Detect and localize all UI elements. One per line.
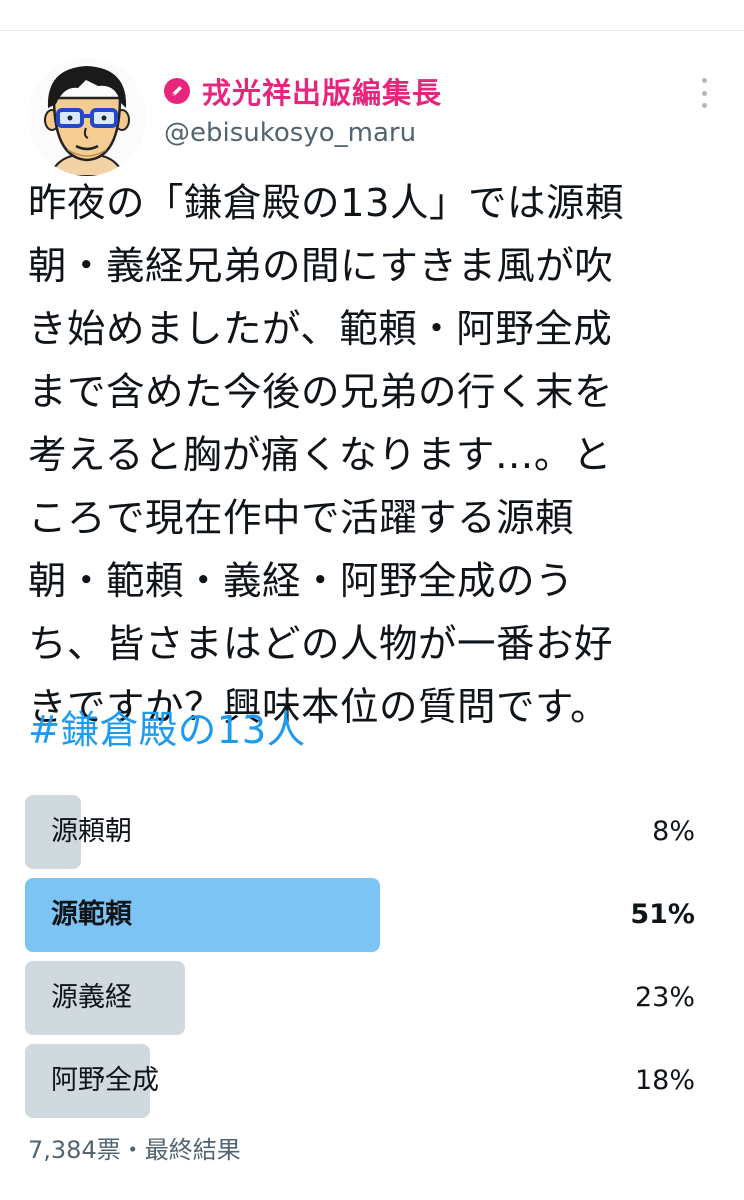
avatar[interactable]: [28, 58, 146, 176]
pencil-badge-icon: [164, 78, 190, 104]
poll: 源頼朝 8% 源範頼 51% 源義経 23% 阿野全成 18%: [25, 795, 695, 1127]
poll-option-label: 源範頼: [51, 899, 132, 930]
hashtag-link[interactable]: #鎌倉殿の13人: [28, 699, 306, 762]
poll-option-percent: 18%: [634, 1065, 695, 1096]
poll-option: 源頼朝 8%: [25, 795, 695, 869]
poll-option-label: 阿野全成: [51, 1065, 159, 1096]
poll-option: 源義経 23%: [25, 961, 695, 1035]
user-handle[interactable]: @ebisukosyo_maru: [164, 118, 416, 148]
poll-option-label: 源義経: [51, 982, 132, 1013]
poll-option: 阿野全成 18%: [25, 1044, 695, 1118]
poll-option-percent: 51%: [630, 899, 695, 930]
poll-footer: 7,384票・最終結果: [28, 1136, 241, 1164]
poll-option-percent: 23%: [634, 982, 695, 1013]
more-options-icon[interactable]: [694, 78, 714, 108]
author-name-row[interactable]: 戎光祥出版編集長: [164, 70, 442, 112]
poll-option-percent: 8%: [652, 816, 695, 847]
poll-option: 源範頼 51%: [25, 878, 695, 952]
top-divider: [0, 30, 744, 31]
display-name[interactable]: 戎光祥出版編集長: [202, 70, 442, 112]
poll-option-label: 源頼朝: [51, 816, 132, 847]
tweet-text: 昨夜の「鎌倉殿の13人」では源頼 朝・義経兄弟の間にすきま風が吹 き始めましたが…: [28, 181, 624, 730]
